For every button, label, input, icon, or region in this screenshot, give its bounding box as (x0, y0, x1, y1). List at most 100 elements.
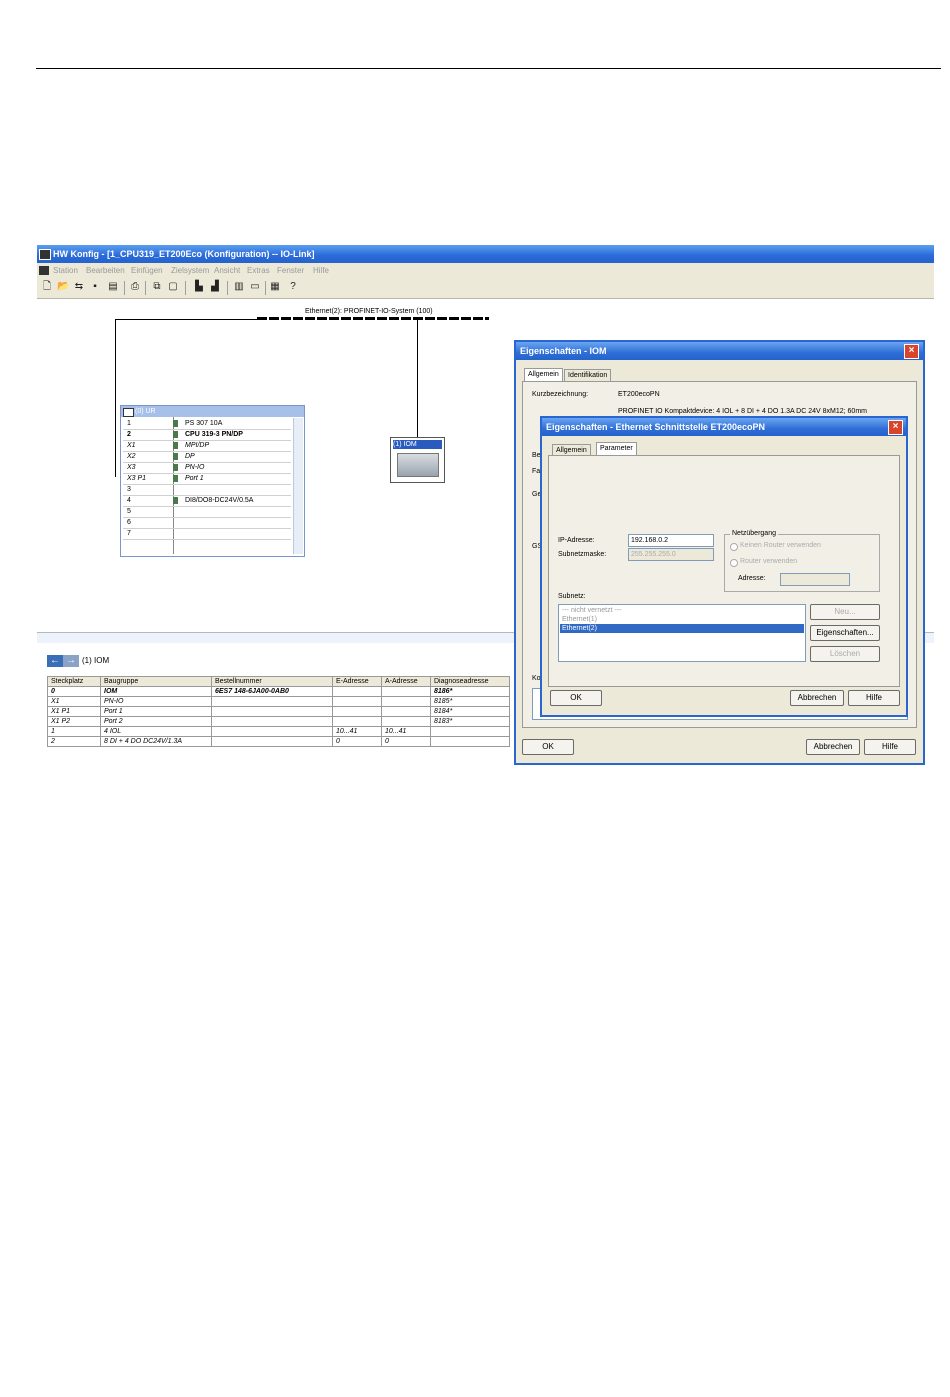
ip-label: IP-Adresse: (558, 537, 595, 544)
menu-ansicht[interactable]: Ansicht (214, 263, 240, 278)
ip-address-input[interactable]: 192.168.0.2 (628, 534, 714, 547)
module-icon (173, 475, 178, 482)
iom-device-image (397, 453, 439, 477)
toolbar-separator (185, 281, 186, 295)
cancel-button[interactable]: Abbrechen (790, 690, 844, 706)
forward-arrow-icon[interactable]: → (63, 655, 79, 667)
new-icon[interactable]: 🗋 (41, 281, 53, 293)
short-value: ET200ecoPN (618, 391, 660, 398)
online-icon[interactable]: ⇆ (73, 281, 85, 293)
network-icon[interactable]: ▦ (269, 281, 281, 293)
tab-parameter[interactable]: Parameter (596, 442, 637, 455)
col-diagnoseadresse[interactable]: Diagnoseadresse (430, 676, 510, 687)
station-menu-icon[interactable] (39, 266, 49, 275)
delete-subnet-button[interactable]: Löschen (810, 646, 880, 662)
router-address-label: Adresse: (738, 575, 766, 582)
description-value: PROFINET IO Kompaktdevice: 4 IOL + 8 DI … (618, 408, 867, 415)
window-title: HW Konfig - [1_CPU319_ET200Eco (Konfigur… (53, 249, 315, 259)
catalog-icon[interactable]: ▥ (233, 281, 245, 293)
help-button[interactable]: Hilfe (848, 690, 900, 706)
radio-use-router[interactable] (730, 559, 738, 567)
save-icon[interactable]: ▪ (89, 281, 101, 293)
menu-extras[interactable]: Extras (247, 263, 270, 278)
rack-row[interactable]: 7 (123, 528, 291, 540)
col-bestellnummer[interactable]: Bestellnummer (211, 676, 333, 687)
subnet-mask-input[interactable]: 255.255.255.0 (628, 548, 714, 561)
profinet-bus-label: Ethernet(2): PROFINET-IO-System (100) (305, 308, 433, 315)
toolbar-separator (145, 281, 146, 295)
menu-bar: Station Bearbeiten Einfügen Zielsystem A… (37, 263, 934, 278)
col-e-adresse[interactable]: E-Adresse (332, 676, 382, 687)
paste-icon[interactable]: ▢ (167, 281, 179, 293)
help-button[interactable]: Hilfe (864, 739, 916, 755)
rack-ur[interactable]: (0) UR 1 PS 307 10A 2 CPU 319-3 PN/DP X1 MP… (120, 405, 305, 557)
window-icon[interactable]: ▭ (249, 281, 261, 293)
toolbar-separator (124, 281, 125, 295)
page-rule (36, 68, 941, 69)
cancel-button[interactable]: Abbrechen (806, 739, 860, 755)
ok-button[interactable]: OK (522, 739, 574, 755)
menu-station[interactable]: Station (53, 263, 78, 278)
table-row[interactable]: X1 P2 Port 2 8183* (47, 716, 510, 727)
toolbar-separator (265, 281, 266, 295)
tab-allgemein[interactable]: Allgemein (524, 368, 563, 381)
subnet-list[interactable]: --- nicht vernetzt --- Ethernet(1) Ether… (558, 604, 806, 662)
iom-device-label: (1) IOM (393, 440, 442, 449)
table-row[interactable]: 14 IOL 10...41 10...41 (47, 726, 510, 737)
gateway-title: Netzübergang (730, 530, 778, 537)
iom-link-line (417, 319, 418, 437)
table-row[interactable]: 28 DI + 4 DO DC24V/1.3A 0 0 (47, 736, 510, 747)
copy-icon[interactable]: ⧉ (151, 281, 163, 293)
window-titlebar: HW Konfig - [1_CPU319_ET200Eco (Konfigur… (37, 245, 934, 263)
toolbar: 🗋 📂 ⇆ ▪ ▤ ⎙ ⧉ ▢ ▙ ▟ ▥ ▭ ▦ ? (37, 278, 934, 299)
menu-hilfe[interactable]: Hilfe (313, 263, 329, 278)
dialog-titlebar: Eigenschaften - Ethernet Schnittstelle E… (542, 418, 906, 436)
print-icon[interactable]: ⎙ (129, 281, 141, 293)
download-icon[interactable]: ▙ (193, 281, 205, 293)
menu-zielsystem[interactable]: Zielsystem (171, 263, 209, 278)
rack-titlebar: (0) UR (121, 406, 304, 417)
menu-fenster[interactable]: Fenster (277, 263, 304, 278)
profinet-bus[interactable] (257, 317, 489, 320)
upload-icon[interactable]: ▟ (209, 281, 221, 293)
new-subnet-button[interactable]: Neu... (810, 604, 880, 620)
close-icon[interactable]: × (904, 344, 919, 359)
table-row[interactable]: X1 P1 Port 1 8184* (47, 706, 510, 717)
module-icon (173, 442, 178, 449)
list-item[interactable]: Ethernet(2) (560, 624, 804, 633)
rack-scrollbar[interactable] (293, 418, 303, 554)
cpu-link-line (115, 319, 116, 477)
save-compile-icon[interactable]: ▤ (107, 281, 119, 293)
app-icon (39, 249, 51, 260)
ok-button[interactable]: OK (550, 690, 602, 706)
table-row[interactable]: 0 IOM 6ES7 148-6JA00-0AB0 8186* (47, 686, 510, 697)
subnet-label: Subnetz: (558, 593, 586, 600)
module-icon (173, 497, 178, 504)
col-baugruppe[interactable]: Baugruppe (100, 676, 212, 687)
context-help-icon[interactable]: ? (287, 281, 299, 293)
router-address-input[interactable] (780, 573, 850, 586)
iom-device[interactable]: (1) IOM (390, 437, 445, 483)
list-item[interactable]: --- nicht vernetzt --- (560, 606, 804, 615)
menu-bearbeiten[interactable]: Bearbeiten (86, 263, 125, 278)
col-a-adresse[interactable]: A-Adresse (381, 676, 431, 687)
bus-link-line (115, 319, 260, 320)
close-icon[interactable]: × (888, 420, 903, 435)
back-arrow-icon[interactable]: ← (47, 655, 63, 667)
partial-label: Fa (532, 468, 541, 475)
menu-einfuegen[interactable]: Einfügen (131, 263, 163, 278)
open-icon[interactable]: 📂 (57, 281, 69, 293)
subnet-mask-label: Subnetzmaske: (558, 551, 607, 558)
col-steckplatz[interactable]: Steckplatz (47, 676, 101, 687)
table-row[interactable]: X1 PN-IO 8185* (47, 696, 510, 707)
module-icon (173, 420, 178, 427)
module-icon (173, 431, 178, 438)
list-item[interactable]: Ethernet(1) (560, 615, 804, 624)
ethernet-properties-dialog: Eigenschaften - Ethernet Schnittstelle E… (540, 416, 908, 717)
radio-no-router-label: Keinen Router verwenden (740, 542, 821, 549)
short-label: Kurzbezeichnung: (532, 391, 589, 398)
subnet-properties-button[interactable]: Eigenschaften... (810, 625, 880, 641)
toolbar-separator (227, 281, 228, 295)
radio-no-router[interactable] (730, 543, 738, 551)
detail-title: (1) IOM (82, 656, 110, 665)
